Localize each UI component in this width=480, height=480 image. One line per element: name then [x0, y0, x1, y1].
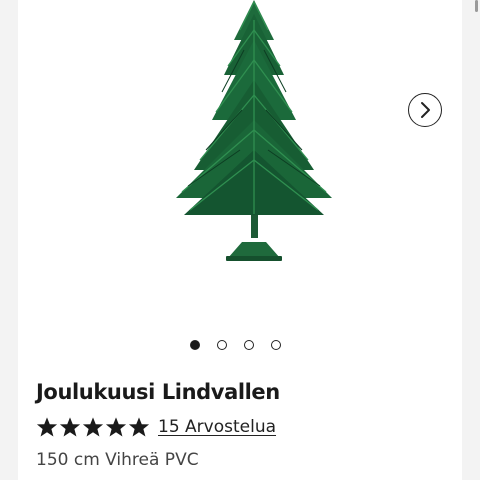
gallery-dot-4[interactable]: [271, 340, 281, 350]
product-rating: 15 Arvostelua: [36, 416, 276, 438]
rating-stars: [36, 416, 150, 438]
chevron-right-icon: [421, 102, 430, 118]
star-icon: [82, 417, 104, 437]
product-image-gallery[interactable]: [18, 0, 462, 350]
star-icon: [105, 417, 127, 437]
gallery-dot-2[interactable]: [217, 340, 227, 350]
gallery-dot-1[interactable]: [190, 340, 200, 350]
gallery-pagination: [190, 340, 281, 350]
product-title: Joulukuusi Lindvallen: [36, 380, 280, 404]
next-image-button[interactable]: [408, 93, 442, 127]
gallery-dot-3[interactable]: [244, 340, 254, 350]
star-icon: [128, 417, 150, 437]
scrollbar-thumb[interactable]: [475, 0, 478, 12]
product-variant: 150 cm Vihreä PVC: [36, 450, 199, 470]
star-icon: [59, 417, 81, 437]
reviews-link[interactable]: 15 Arvostelua: [158, 417, 276, 437]
star-icon: [36, 417, 58, 437]
product-card: Joulukuusi Lindvallen 15 Arvostelua 150 …: [18, 0, 462, 480]
christmas-tree-image: [176, 0, 332, 261]
